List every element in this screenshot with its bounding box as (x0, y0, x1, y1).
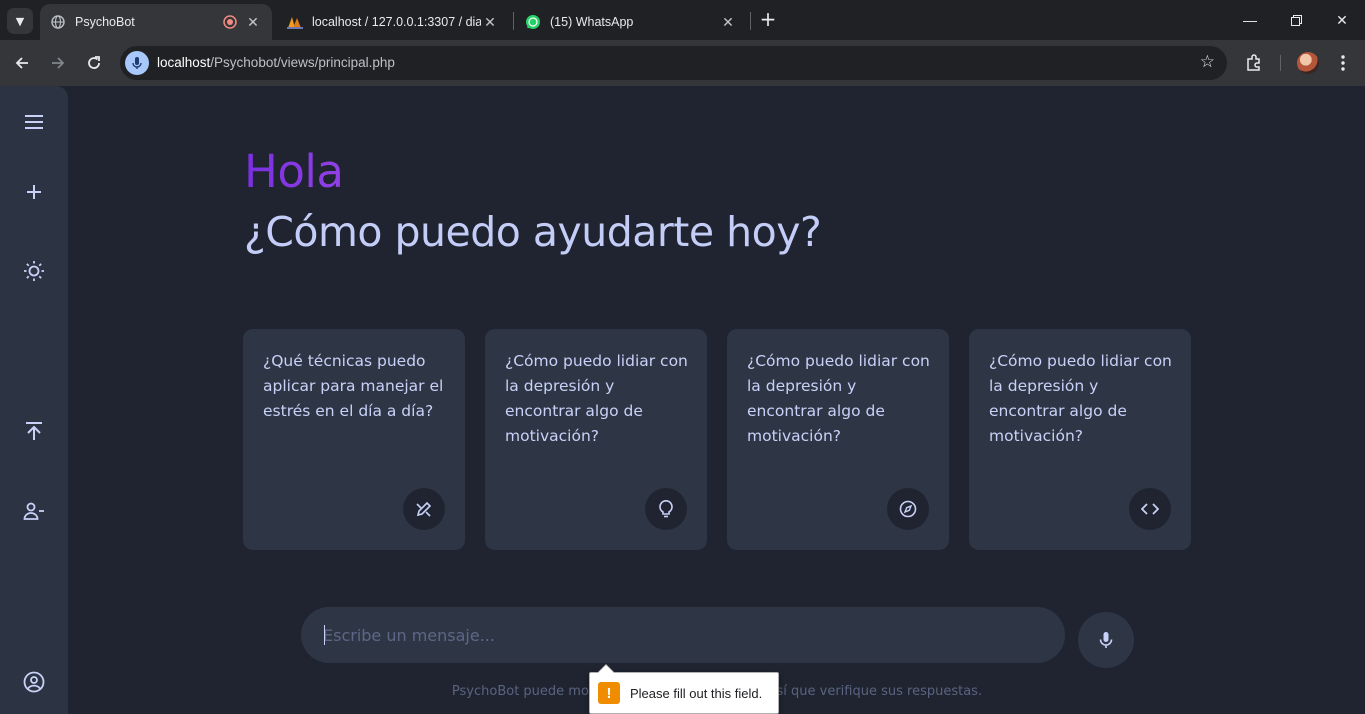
suggestion-card[interactable]: ¿Cómo puedo lidiar con la depresión y en… (727, 329, 949, 550)
chevron-down-icon: ▼ (15, 14, 25, 28)
upload-icon[interactable] (19, 416, 49, 446)
suggestion-card[interactable]: ¿Cómo puedo lidiar con la depresión y en… (969, 329, 1191, 550)
extensions-icon[interactable] (1241, 50, 1267, 76)
text-caret (324, 625, 325, 645)
suggestion-card[interactable]: ¿Qué técnicas puedo aplicar para manejar… (243, 329, 465, 550)
address-bar[interactable]: localhost/Psychobot/views/principal.php … (120, 46, 1227, 80)
browser-toolbar: localhost/Psychobot/views/principal.php … (0, 40, 1365, 86)
url-text: localhost/Psychobot/views/principal.php (157, 55, 395, 70)
new-tab-button[interactable]: + (757, 9, 779, 31)
close-window-button[interactable]: ✕ (1319, 0, 1365, 40)
pen-icon (403, 488, 445, 530)
greeting-question: ¿Cómo puedo ayudarte hoy? (244, 208, 822, 256)
voice-input-button[interactable] (1078, 612, 1134, 668)
suggestion-text: ¿Cómo puedo lidiar con la depresión y en… (747, 352, 930, 445)
tab-separator (750, 12, 751, 30)
sun-icon[interactable] (19, 256, 49, 286)
suggestion-card[interactable]: ¿Cómo puedo lidiar con la depresión y en… (485, 329, 707, 550)
sidebar (0, 86, 68, 714)
minimize-button[interactable]: — (1227, 0, 1273, 40)
tab-separator (513, 12, 514, 30)
message-input-container (301, 607, 1065, 663)
forward-button[interactable] (45, 50, 71, 76)
toolbar-divider (1280, 55, 1281, 71)
user-minus-icon[interactable] (19, 496, 49, 526)
code-icon (1129, 488, 1171, 530)
tab-phpmyadmin[interactable]: localhost / 127.0.0.1:3307 / diag ✕ (277, 4, 509, 40)
message-input[interactable] (323, 607, 1043, 663)
compass-icon (887, 488, 929, 530)
tab-close-icon[interactable]: ✕ (481, 13, 499, 31)
tab-search-button[interactable]: ▼ (7, 8, 33, 34)
tab-psychobot[interactable]: PsychoBot ✕ (40, 4, 272, 40)
hamburger-menu-icon[interactable] (19, 107, 49, 137)
reload-button[interactable] (81, 50, 107, 76)
tab-close-icon[interactable]: ✕ (719, 13, 737, 31)
tab-whatsapp[interactable]: (15) WhatsApp ✕ (515, 4, 747, 40)
microphone-icon[interactable] (125, 51, 149, 75)
validation-message: Please fill out this field. (630, 685, 763, 701)
plus-icon[interactable] (19, 177, 49, 207)
phpmyadmin-icon (287, 14, 303, 30)
suggestion-text: ¿Cómo puedo lidiar con la depresión y en… (505, 352, 688, 445)
url-host: localhost (157, 55, 211, 70)
greeting-header: Hola ¿Cómo puedo ayudarte hoy? (244, 144, 822, 260)
psychobot-app: Hola ¿Cómo puedo ayudarte hoy? ¿Qué técn… (0, 86, 1365, 714)
url-path: /Psychobot/views/principal.php (210, 55, 395, 70)
recording-icon (222, 14, 238, 30)
warning-icon: ! (598, 682, 620, 704)
lightbulb-icon (645, 488, 687, 530)
suggestion-text: ¿Qué técnicas puedo aplicar para manejar… (263, 352, 444, 420)
suggestion-text: ¿Cómo puedo lidiar con la depresión y en… (989, 352, 1172, 445)
browser-menu-icon[interactable] (1330, 50, 1356, 76)
tab-close-icon[interactable]: ✕ (244, 13, 262, 31)
profile-avatar[interactable] (1297, 52, 1319, 74)
validation-tooltip: ! Please fill out this field. (589, 664, 779, 714)
microphone-icon (1099, 632, 1113, 648)
globe-icon (50, 14, 66, 30)
whatsapp-icon (525, 14, 541, 30)
restore-button[interactable] (1273, 0, 1319, 40)
greeting-title: Hola (244, 144, 821, 200)
browser-tabstrip: ▼ PsychoBot ✕ localhost / 127.0.0.1:3307… (0, 0, 1365, 40)
tab-title: (15) WhatsApp (550, 15, 634, 29)
tab-title: PsychoBot (75, 15, 135, 29)
tab-title: localhost / 127.0.0.1:3307 / diag (312, 15, 481, 29)
bookmark-star-icon[interactable]: ☆ (1200, 52, 1215, 72)
back-button[interactable] (9, 50, 35, 76)
